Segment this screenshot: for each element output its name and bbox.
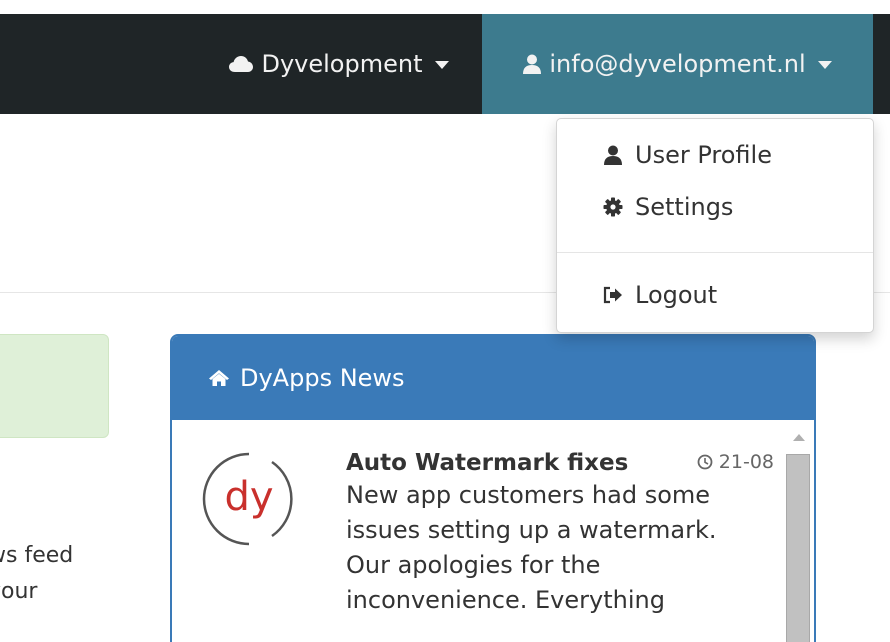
chevron-down-icon — [434, 61, 449, 69]
menu-item-settings[interactable]: Settings — [603, 193, 733, 221]
menu-item-label: Logout — [635, 281, 718, 309]
scroll-up-arrow-icon[interactable] — [793, 434, 805, 441]
left-text-line: ws feed — [0, 543, 74, 568]
news-item-body: New app customers had some issues settin… — [346, 478, 776, 618]
left-text-line: your — [0, 579, 38, 604]
news-item-line: Our apologies for the — [346, 551, 601, 579]
news-list[interactable]: dy Auto Watermark fixes 21-08 New app cu… — [172, 420, 814, 642]
user-dropdown-label: info@dyvelopment.nl — [549, 50, 806, 78]
logout-icon — [603, 286, 623, 304]
news-panel-header: DyApps News — [172, 336, 814, 420]
user-dropdown-menu: User Profile Settings Logout — [556, 118, 874, 333]
news-panel-title: DyApps News — [240, 364, 405, 392]
news-item-date-text: 21-08 — [718, 451, 774, 473]
menu-item-label: Settings — [635, 193, 734, 221]
news-item-content: Auto Watermark fixes 21-08 New app custo… — [346, 450, 776, 618]
brand-dropdown-label: Dyvelopment — [261, 50, 423, 78]
user-dropdown-toggle[interactable]: info@dyvelopment.nl — [482, 14, 873, 114]
user-icon — [523, 54, 542, 74]
news-item-line: New app customers had some — [346, 481, 711, 509]
chevron-down-icon — [817, 61, 832, 69]
dyapps-logo: dy — [200, 450, 298, 548]
news-item-date: 21-08 — [697, 451, 774, 473]
news-item-title: Auto Watermark fixes — [346, 450, 629, 476]
menu-item-user-profile[interactable]: User Profile — [603, 141, 772, 169]
gear-icon — [603, 197, 623, 217]
scroll-thumb[interactable] — [786, 454, 810, 642]
news-item-line: issues setting up a watermark. — [346, 516, 717, 544]
news-item-line: inconvenience. Everything — [346, 586, 665, 614]
home-icon — [208, 369, 230, 387]
user-icon — [603, 145, 623, 165]
success-panel — [0, 334, 109, 438]
clock-icon — [697, 454, 713, 470]
menu-item-logout[interactable]: Logout — [603, 281, 717, 309]
left-intro-text: ws feed your — [0, 538, 73, 610]
news-scrollbar[interactable] — [784, 426, 812, 642]
menu-item-label: User Profile — [635, 141, 772, 169]
menu-divider — [557, 252, 873, 253]
top-navbar: Dyvelopment info@dyvelopment.nl — [0, 14, 890, 114]
logo-text: dy — [224, 474, 273, 520]
brand-dropdown-toggle[interactable]: Dyvelopment — [196, 14, 482, 114]
cloud-icon — [229, 55, 254, 73]
news-panel: DyApps News dy Auto Watermark fixes 21-0… — [170, 334, 816, 642]
